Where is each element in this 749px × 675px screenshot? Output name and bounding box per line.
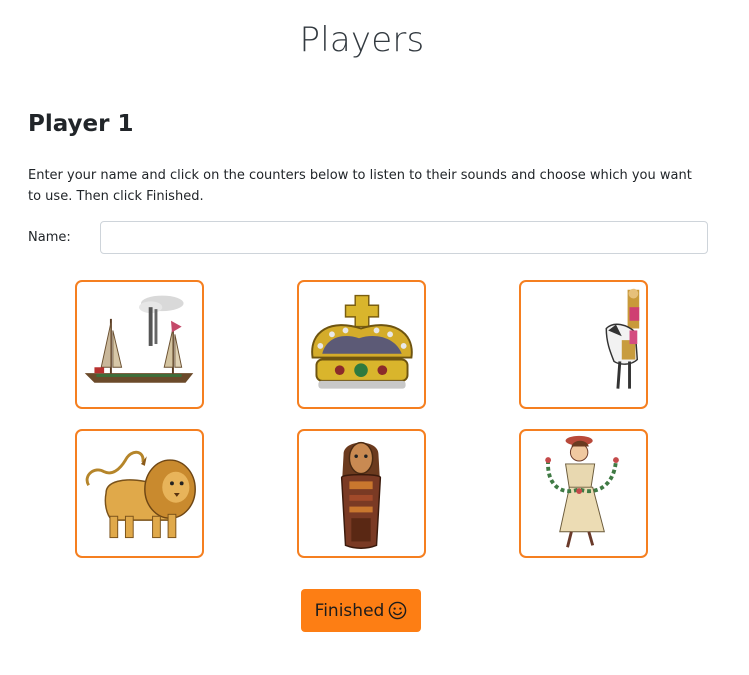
counter-lion[interactable] xyxy=(75,429,204,558)
counter-horse-rider[interactable] xyxy=(519,280,648,409)
garland-lady-icon xyxy=(545,435,619,548)
counter-mummy[interactable] xyxy=(297,429,426,558)
name-label: Name: xyxy=(28,230,71,245)
page-title: Players xyxy=(299,20,425,60)
instructions-text: Enter your name and click on the counter… xyxy=(28,168,692,204)
counter-crown[interactable] xyxy=(297,280,426,409)
crown-icon xyxy=(311,294,413,389)
lion-icon xyxy=(85,450,196,539)
finished-label: Finished xyxy=(314,600,385,621)
counter-garland-lady[interactable] xyxy=(519,429,648,558)
mummy-icon xyxy=(340,441,382,549)
counter-steamboat[interactable] xyxy=(75,280,204,409)
horse-rider-icon xyxy=(605,288,640,389)
name-input[interactable] xyxy=(100,221,708,254)
player-heading: Player 1 xyxy=(28,111,134,137)
finished-button[interactable]: Finished xyxy=(301,589,421,632)
smiley-icon xyxy=(388,601,407,620)
steamboat-icon xyxy=(84,295,194,383)
